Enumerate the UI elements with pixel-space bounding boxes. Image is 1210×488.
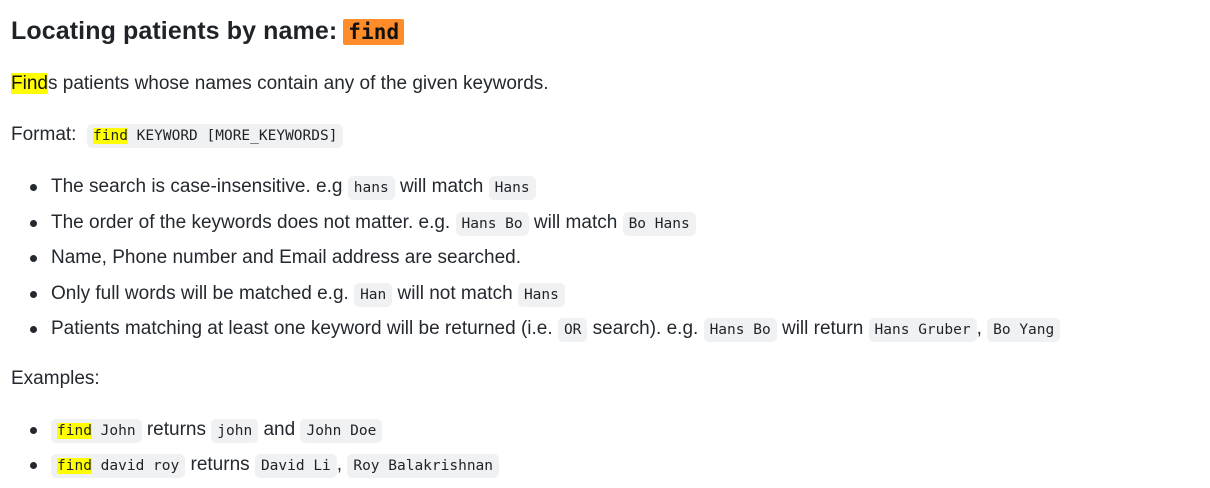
example-code: find John [51, 419, 142, 443]
rule-text: The search is case-insensitive. e.g [51, 176, 348, 197]
rule-text: , [976, 318, 988, 339]
inline-code: Bo Yang [987, 318, 1061, 342]
list-item: Only full words will be matched e.g. Han… [28, 282, 1060, 318]
list-item: Patients matching at least one keyword w… [28, 317, 1061, 353]
rule-text: will match [394, 176, 489, 197]
example-text: , [336, 454, 348, 475]
rule-text: The order of the keywords does not matte… [51, 211, 456, 233]
example-code: find david roy [51, 454, 186, 478]
format-code: find KEYWORD [MORE_KEYWORDS] [87, 124, 344, 148]
format-line: Format: find KEYWORD [MORE_KEYWORDS] [11, 124, 344, 148]
list-item: The search is case-insensitive. e.g hans… [28, 175, 1060, 211]
rule-text: will match [528, 211, 623, 233]
examples-label: Examples: [11, 368, 100, 389]
rule-text: will return [776, 318, 869, 339]
format-command: find [93, 128, 128, 144]
list-item: The order of the keywords does not matte… [28, 211, 1060, 247]
inline-code: OR [557, 318, 588, 342]
intro-paragraph: Finds patients whose names contain any o… [11, 73, 549, 95]
heading-command-code: find [343, 19, 405, 45]
inline-code: Hans [517, 282, 565, 307]
rule-text: will not match [392, 282, 518, 304]
inline-code: Bo Hans [622, 211, 696, 236]
example-text: returns [141, 419, 212, 440]
inline-code: Han [354, 282, 393, 307]
rules-list: The search is case-insensitive. e.g hans… [28, 175, 1061, 353]
inline-code: John Doe [300, 419, 383, 443]
inline-code: hans [347, 176, 395, 200]
example-text: and [258, 419, 301, 440]
search-highlight: Find [11, 73, 48, 94]
rule-text: search). e.g. [587, 318, 704, 339]
rule-text: Name, Phone number and Email address are… [51, 247, 521, 268]
rule-text: Only full words will be matched e.g. [51, 282, 355, 304]
format-label: Format: [11, 124, 77, 145]
list-item: Name, Phone number and Email address are… [28, 246, 1060, 282]
list-item: find John returns john and John Doe [28, 418, 499, 453]
example-args: John [91, 423, 136, 439]
inline-code: Hans Bo [455, 211, 529, 236]
example-args: david roy [91, 458, 180, 474]
rule-text: Patients matching at least one keyword w… [51, 318, 558, 339]
list-item: find david roy returns David Li, Roy Bal… [28, 453, 500, 488]
examples-list: find John returns john and John Doe find… [28, 418, 500, 488]
inline-code: Hans [488, 176, 536, 200]
format-args: KEYWORD [MORE_KEYWORDS] [127, 128, 338, 144]
example-command: find [57, 458, 92, 474]
section-heading-text: Locating patients by name: [11, 17, 338, 45]
section-heading: Locating patients by name: find [11, 17, 405, 46]
inline-code: Hans Gruber [868, 318, 977, 342]
example-command: find [57, 423, 92, 439]
intro-text: s patients whose names contain any of th… [47, 73, 549, 94]
inline-code: Hans Bo [703, 318, 777, 342]
inline-code: Roy Balakrishnan [347, 454, 500, 478]
inline-code: David Li [254, 454, 337, 478]
inline-code: john [211, 419, 259, 443]
example-text: returns [185, 454, 255, 475]
